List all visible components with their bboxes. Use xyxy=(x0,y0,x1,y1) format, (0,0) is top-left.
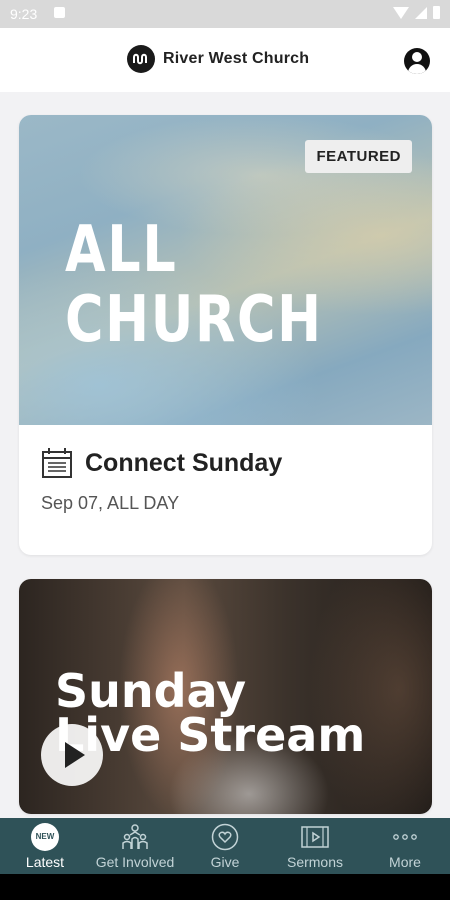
more-icon xyxy=(393,834,417,840)
status-icons xyxy=(393,6,440,19)
signal-icon xyxy=(415,6,427,19)
notification-icon xyxy=(54,7,65,18)
nav-label-give: Give xyxy=(210,854,240,870)
live-stream-card[interactable]: Sunday Live Stream xyxy=(19,579,432,814)
bottom-nav: NEW Latest Get Involved Give Sermons Mor… xyxy=(0,818,450,874)
live-stream-title: Sunday Live Stream xyxy=(55,664,365,758)
nav-sermons[interactable]: Sermons xyxy=(270,818,360,874)
nav-give[interactable]: Give xyxy=(180,818,270,874)
church-logo-icon xyxy=(127,45,155,73)
featured-badge: FEATURED xyxy=(305,140,412,173)
profile-icon[interactable] xyxy=(404,48,430,74)
event-title: Connect Sunday xyxy=(85,448,283,477)
nav-label-latest: Latest xyxy=(25,854,65,870)
app-header: River West Church xyxy=(0,28,450,92)
nav-get-involved[interactable]: Get Involved xyxy=(90,818,180,874)
new-badge-icon: NEW xyxy=(31,823,59,851)
event-info: Connect Sunday Sep 07, ALL DAY xyxy=(19,425,432,536)
wifi-icon xyxy=(393,6,409,19)
nav-label-sermons: Sermons xyxy=(286,854,344,870)
play-button[interactable] xyxy=(41,724,103,786)
event-hero-image: FEATURED ALL CHURCH xyxy=(19,115,432,425)
people-icon xyxy=(122,824,148,849)
calendar-icon xyxy=(42,448,72,478)
nav-label-get-involved: Get Involved xyxy=(95,854,175,870)
video-icon xyxy=(301,826,329,848)
status-time: 9:23 xyxy=(10,6,38,22)
live-stream-title-line1: Sunday xyxy=(55,664,247,718)
hero-title-line1: ALL xyxy=(65,213,178,287)
status-bar: 9:23 xyxy=(0,0,450,28)
battery-icon xyxy=(433,6,440,19)
system-nav-bar xyxy=(0,874,450,900)
heart-icon xyxy=(211,823,239,851)
nav-label-more: More xyxy=(389,854,421,870)
brand[interactable]: River West Church xyxy=(127,45,309,73)
event-date: Sep 07, ALL DAY xyxy=(41,493,180,513)
featured-event-card[interactable]: FEATURED ALL CHURCH Connect Sunday Sep 0… xyxy=(19,115,432,555)
nav-latest[interactable]: NEW Latest xyxy=(0,818,90,874)
hero-title-line2: CHURCH xyxy=(65,283,323,357)
hero-title: ALL CHURCH xyxy=(65,215,323,355)
nav-more[interactable]: More xyxy=(360,818,450,874)
brand-name: River West Church xyxy=(163,50,310,67)
